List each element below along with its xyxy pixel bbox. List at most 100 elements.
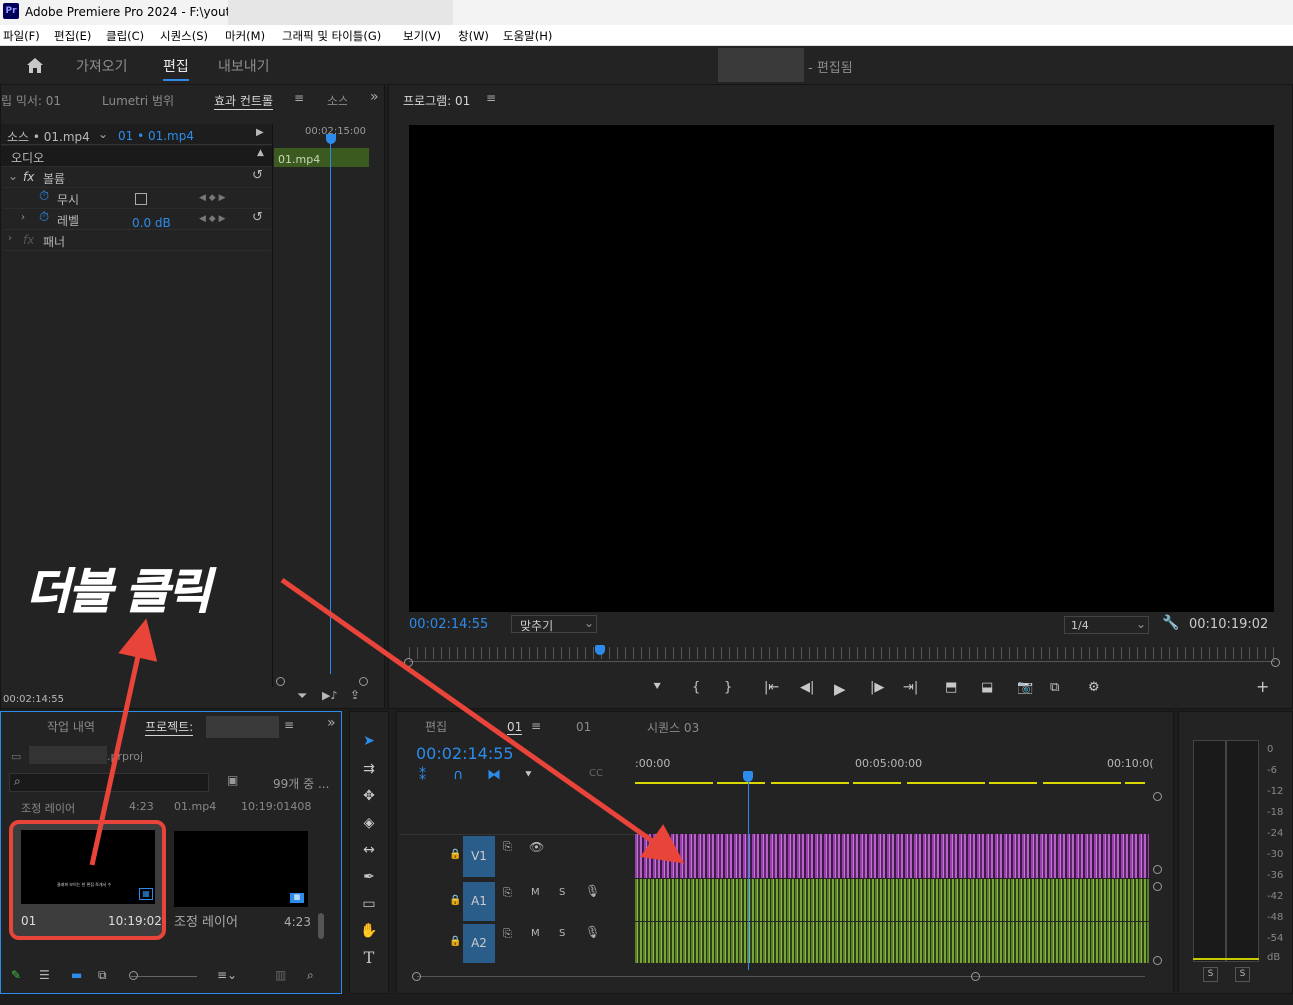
sync-lock-icon[interactable]: ⎘ bbox=[503, 886, 512, 900]
reset-icon[interactable]: ↺ bbox=[252, 168, 263, 183]
step-forward-icon[interactable]: |▶ bbox=[870, 680, 884, 695]
ec-clip-bar[interactable]: 01.mp4 bbox=[274, 148, 369, 167]
tab-export[interactable]: 내보내기 bbox=[218, 56, 270, 76]
solo-button[interactable]: S bbox=[559, 887, 565, 898]
snap-icon[interactable]: ∩ bbox=[453, 767, 463, 783]
v-scroll-handle[interactable] bbox=[1153, 865, 1162, 874]
lock-icon[interactable]: 🔒 bbox=[449, 895, 461, 906]
lock-icon[interactable]: 🔒 bbox=[449, 936, 461, 947]
reset-icon[interactable]: ↺ bbox=[252, 210, 263, 225]
chevron-down-icon[interactable]: ⌄ bbox=[8, 169, 18, 183]
microphone-icon[interactable]: 🎙 bbox=[585, 884, 600, 898]
level-value[interactable]: 0.0 dB bbox=[132, 216, 171, 230]
more-tabs-icon[interactable]: » bbox=[327, 715, 336, 731]
v1-clips[interactable] bbox=[635, 834, 1149, 878]
a-scroll-handle[interactable] bbox=[1153, 882, 1162, 891]
project-item-adjustment-layer[interactable]: ▦ bbox=[174, 831, 308, 907]
tab-edit[interactable]: 편집 bbox=[163, 56, 189, 81]
slip-tool-icon[interactable]: ↔ bbox=[360, 841, 378, 859]
a1-clips[interactable] bbox=[635, 879, 1149, 921]
wrench-icon[interactable]: 🔧 bbox=[1162, 615, 1179, 631]
zoom-handle-left[interactable] bbox=[276, 677, 285, 686]
menu-view[interactable]: 보기(V) bbox=[403, 28, 441, 44]
lock-icon[interactable]: 🔒 bbox=[449, 849, 461, 860]
mute-button[interactable]: M bbox=[531, 928, 540, 939]
step-back-icon[interactable]: ◀| bbox=[800, 680, 814, 695]
hand-tool-icon[interactable]: ✋ bbox=[360, 922, 378, 940]
timeline-timecode[interactable]: 00:02:14:55 bbox=[416, 744, 514, 763]
a2-clips[interactable] bbox=[635, 922, 1149, 963]
menu-graphics[interactable]: 그래픽 및 타이틀(G) bbox=[282, 28, 381, 44]
zoom-handle-right[interactable] bbox=[359, 677, 368, 686]
fit-dropdown[interactable]: 맞추기 ⌄ bbox=[511, 615, 597, 633]
program-playhead[interactable] bbox=[594, 645, 605, 655]
collapse-icon[interactable]: ▲ bbox=[257, 148, 264, 158]
add-marker-icon[interactable]: ⯆ bbox=[524, 768, 533, 782]
bypass-checkbox[interactable] bbox=[135, 193, 147, 205]
effect-panner-row[interactable]: › fx 패너 bbox=[3, 230, 271, 251]
tab-seq-01-active[interactable]: 01 bbox=[507, 720, 523, 735]
extract-icon[interactable]: ⬓ bbox=[981, 680, 993, 695]
ripple-edit-tool-icon[interactable]: ✥ bbox=[360, 787, 378, 805]
microphone-icon[interactable]: 🎙 bbox=[585, 925, 600, 939]
settings-icon[interactable]: ⚙ bbox=[1088, 680, 1100, 695]
home-icon[interactable] bbox=[25, 56, 45, 74]
more-tabs-icon[interactable]: » bbox=[370, 89, 379, 105]
pen-tool-icon[interactable]: ✒ bbox=[360, 868, 378, 886]
v-scroll-handle[interactable] bbox=[1153, 792, 1162, 801]
selection-tool-icon[interactable]: ➤ bbox=[360, 732, 378, 750]
export-icon[interactable]: ⇪ bbox=[350, 688, 360, 702]
new-bin-icon[interactable]: ▣ bbox=[227, 773, 238, 787]
eye-icon[interactable]: 👁 bbox=[529, 840, 544, 854]
lift-icon[interactable]: ⬒ bbox=[945, 680, 957, 695]
tab-import[interactable]: 가져오기 bbox=[76, 56, 128, 76]
keyframe-nav-icon[interactable]: ◀ ◆ ▶ bbox=[199, 214, 226, 224]
write-icon[interactable]: ✎ bbox=[11, 968, 21, 982]
work-area-bar[interactable] bbox=[635, 782, 1145, 784]
program-scrub-bar[interactable] bbox=[409, 661, 1275, 662]
h-scroll-left[interactable] bbox=[412, 972, 421, 981]
h-scroll-right[interactable] bbox=[971, 972, 980, 981]
resolution-dropdown[interactable]: 1/4 ⌄ bbox=[1064, 616, 1149, 634]
thumbnail[interactable]: 클래퍼 보이는 한 편집 쪼개서 수 ▦ bbox=[21, 830, 155, 904]
sync-lock-icon[interactable]: ⎘ bbox=[503, 840, 512, 854]
tab-sequence-03[interactable]: 시퀀스 03 bbox=[647, 719, 699, 736]
type-tool-icon[interactable]: T bbox=[360, 949, 378, 967]
sort-icon[interactable]: ≡⌄ bbox=[217, 968, 237, 982]
menu-help[interactable]: 도움말(H) bbox=[503, 28, 552, 44]
menu-edit[interactable]: 편집(E) bbox=[54, 28, 91, 44]
solo-button[interactable]: S bbox=[559, 928, 565, 939]
stopwatch-icon[interactable]: ⏱ bbox=[39, 210, 49, 225]
program-video-frame[interactable] bbox=[409, 125, 1274, 612]
timeline-ruler[interactable]: :00:00 00:05:00:00 00:10:0( bbox=[635, 756, 1154, 786]
track-target-v1[interactable]: V1 bbox=[463, 836, 495, 877]
project-search-input[interactable]: ⌕ bbox=[9, 773, 209, 792]
chevron-down-icon[interactable]: ⌄ bbox=[98, 127, 108, 141]
item-name[interactable]: 조정 레이어 bbox=[174, 911, 238, 930]
tab-project[interactable]: 프로젝트: bbox=[145, 718, 194, 736]
sync-lock-icon[interactable]: ⎘ bbox=[503, 927, 512, 941]
timeline-playhead[interactable] bbox=[748, 776, 750, 970]
tab-edit-seq[interactable]: 편집 bbox=[425, 718, 447, 735]
a-scroll-handle[interactable] bbox=[1153, 956, 1162, 965]
add-marker-icon[interactable]: ⯆ bbox=[652, 680, 662, 695]
panel-menu-icon[interactable]: ≡ bbox=[284, 718, 294, 732]
mute-button[interactable]: M bbox=[531, 887, 540, 898]
panel-menu-icon[interactable]: ≡ bbox=[294, 91, 304, 105]
chevron-right-icon[interactable]: › bbox=[21, 212, 25, 223]
zoom-slider[interactable] bbox=[131, 976, 197, 977]
keyframe-nav-icon[interactable]: ◀ ◆ ▶ bbox=[199, 193, 226, 203]
tab-clip-mixer[interactable]: 립 믹서: 01 bbox=[1, 92, 61, 109]
h-scrollbar[interactable] bbox=[417, 976, 1145, 977]
zoom-slider-handle[interactable] bbox=[129, 971, 138, 980]
sequence-clip-label[interactable]: 01 • 01.mp4 bbox=[118, 129, 194, 143]
timeline-playhead-handle[interactable] bbox=[743, 771, 754, 782]
rectangle-tool-icon[interactable]: ▭ bbox=[360, 895, 378, 913]
menu-file[interactable]: 파일(F) bbox=[3, 28, 40, 44]
razor-tool-icon[interactable]: ◈ bbox=[360, 814, 378, 832]
menu-sequence[interactable]: 시퀀스(S) bbox=[160, 28, 208, 44]
icon-view-icon[interactable]: ▬ bbox=[71, 968, 82, 982]
project-scrollbar[interactable] bbox=[318, 913, 324, 939]
menu-window[interactable]: 창(W) bbox=[458, 28, 489, 44]
project-item-sequence-01[interactable]: 클래퍼 보이는 한 편집 쪼개서 수 ▦ 01 10:19:02 bbox=[9, 820, 166, 940]
